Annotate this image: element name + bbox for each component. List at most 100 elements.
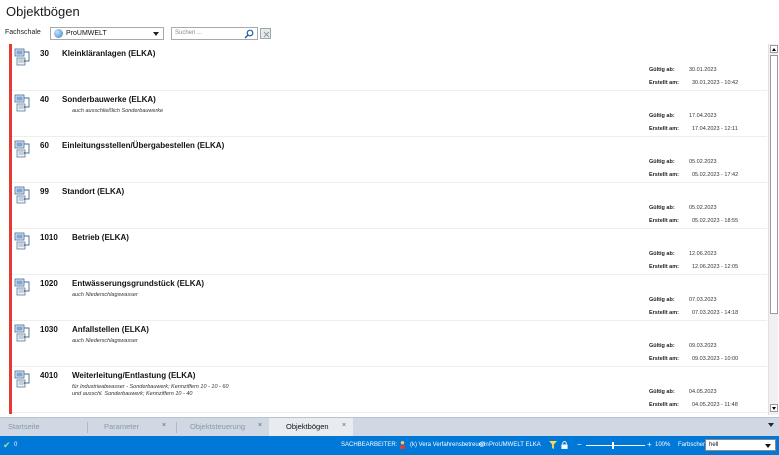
search-icon[interactable] — [244, 29, 254, 39]
gueltig-row: Gültig ab: 05.02.2023 — [649, 205, 717, 211]
erstellt-label: Erstellt am: — [649, 172, 679, 178]
objektbogen-name: Einleitungsstellen/Übergabestellen (ELKA… — [62, 141, 225, 150]
erstellt-value: 30.01.2023 - 10:42 — [692, 80, 739, 86]
objektbogen-icon — [14, 278, 32, 296]
objektbogen-description-block: für Industrieabwasser - Sonderbauwerk; K… — [72, 384, 372, 398]
gueltig-value: 07.03.2023 — [689, 297, 717, 303]
objektbogen-description-block: auch ausschließlich Sonderbauwerke — [72, 108, 372, 115]
objektbogen-icon — [14, 48, 32, 66]
zoom-slider[interactable] — [586, 442, 645, 449]
objektbogen-number: 1010 — [40, 233, 58, 242]
objektbogen-icon — [14, 186, 32, 204]
objektbogen-number: 99 — [40, 187, 49, 196]
search-input[interactable]: Suchen ... — [171, 27, 258, 40]
erstellt-value: 12.06.2023 - 12:05 — [692, 264, 739, 270]
close-icon[interactable]: × — [162, 422, 166, 429]
sachbearbeiter-label: SACHBEARBEITER: — [341, 442, 398, 448]
objektbogen-description: auch Niederschlagswasser — [72, 292, 138, 298]
objektbogen-item[interactable]: 40 Sonderbauwerke (ELKA) auch ausschließli… — [12, 91, 767, 137]
user-name[interactable]: (k) Vera Verfahrensbetreuerin — [410, 442, 489, 448]
gueltig-row: Gültig ab: 17.04.2023 — [649, 113, 717, 119]
objektbogen-description: und ausschl. Sonderbauwerk; Kennziffern … — [72, 391, 193, 397]
tab-label: Objektsteuerung — [190, 422, 246, 431]
scrollbar-thumb[interactable] — [770, 55, 778, 314]
scroll-up-button[interactable] — [770, 45, 778, 53]
fachschale-label: Fachschale — [5, 29, 41, 36]
tab-objektboegen[interactable]: Objektbögen × — [269, 418, 353, 436]
gueltig-label: Gültig ab: — [649, 159, 675, 165]
clear-search-button[interactable] — [260, 28, 271, 39]
objektbogen-item[interactable]: 30 Kleinkläranlagen (ELKA) Gültig ab: 30.01… — [12, 45, 767, 91]
objektbogen-number: 1020 — [40, 279, 58, 288]
erstellt-row: Erstellt am: 07.03.2023 - 14:18 — [649, 310, 738, 316]
filter-icon[interactable] — [549, 441, 557, 449]
zoom-level: 100% — [655, 442, 671, 448]
erstellt-row: Erstellt am: 30.01.2023 - 10:42 — [649, 80, 738, 86]
gueltig-row: Gültig ab: 05.02.2023 — [649, 159, 717, 165]
objektbogen-icon — [14, 232, 32, 250]
erstellt-label: Erstellt am: — [649, 80, 679, 86]
tab-label: Objektbögen — [286, 422, 329, 431]
objektbogen-item[interactable]: 99 Standort (ELKA) Gültig ab: 05.02.2023 Ers… — [12, 183, 767, 229]
zoom-in-button[interactable]: + — [647, 440, 652, 449]
tab-startseite[interactable]: Startseite — [0, 418, 87, 436]
tab-objektsteuerung[interactable]: Objektsteuerung × — [177, 418, 268, 436]
arrow-up-icon — [772, 48, 776, 51]
objektbogen-description: auch ausschließlich Sonderbauwerke — [72, 108, 164, 114]
gueltig-row: Gültig ab: 07.03.2023 — [649, 297, 717, 303]
objektbogen-icon — [14, 94, 32, 112]
tab-label: Parameter — [104, 422, 140, 431]
module-name[interactable]: ProUMWELT ELKA — [489, 442, 541, 448]
tab-parameter[interactable]: Parameter × — [88, 418, 176, 436]
lock-icon[interactable] — [561, 441, 568, 449]
tab-label: Startseite — [8, 422, 40, 431]
close-icon[interactable]: × — [258, 422, 262, 429]
erstellt-label: Erstellt am: — [649, 402, 679, 408]
window-title: Objektbögen — [6, 4, 80, 19]
chevron-down-icon — [153, 32, 159, 36]
close-icon[interactable]: × — [342, 422, 346, 429]
objektbogen-number: 1030 — [40, 325, 58, 334]
objektbogen-description-block: auch Niederschlagswasser — [72, 292, 372, 299]
title-bar: Objektbögen — [0, 0, 779, 24]
erstellt-label: Erstellt am: — [649, 264, 679, 270]
farbschema-select[interactable]: hell — [705, 439, 776, 451]
scroll-down-button[interactable] — [770, 404, 778, 412]
objektbogen-name: Entwässerungsgrundstück (ELKA) — [72, 279, 205, 288]
objektbogen-number: 30 — [40, 49, 49, 58]
vertical-scrollbar[interactable] — [768, 44, 778, 415]
erstellt-value: 17.04.2023 - 12:11 — [692, 126, 738, 132]
fachschale-select[interactable]: ProUMWELT — [50, 27, 164, 40]
erstellt-row: Erstellt am: 05.02.2023 - 18:55 — [649, 218, 738, 224]
objektbogen-item[interactable]: 60 Einleitungsstellen/Übergabestellen (EL… — [12, 137, 767, 183]
objektbogen-name: Weiterleitung/Entlastung (ELKA) — [72, 371, 196, 380]
check-icon: ✔ — [3, 440, 11, 450]
toolbar: Fachschale ProUMWELT Suchen ... — [0, 26, 779, 42]
chevron-down-icon — [765, 444, 771, 448]
app-window: Objektbögen Fachschale ProUMWELT Suchen … — [0, 0, 779, 455]
erstellt-label: Erstellt am: — [649, 126, 679, 132]
objektbogen-description-block: auch Niederschlagswasser — [72, 338, 372, 345]
zoom-out-button[interactable]: − — [577, 440, 582, 449]
gueltig-value: 05.02.2023 — [689, 205, 717, 211]
arrow-down-icon — [772, 407, 776, 410]
gueltig-value: 17.04.2023 — [689, 113, 717, 119]
erstellt-row: Erstellt am: 17.04.2023 - 12:11 — [649, 126, 738, 132]
objektbogen-item[interactable]: 4010 Weiterleitung/Entlastung (ELKA) für I… — [12, 367, 767, 413]
fachschale-value: ProUMWELT — [66, 30, 107, 37]
objektbogen-icon — [14, 140, 32, 158]
objektbogen-item[interactable]: 1030 Anfallstellen (ELKA) auch Niederschla… — [12, 321, 767, 367]
erstellt-row: Erstellt am: 04.05.2023 - 11:48 — [649, 402, 738, 408]
document-tabs: Startseite Parameter × Objektsteuerung ×… — [0, 417, 779, 436]
erstellt-row: Erstellt am: 09.03.2023 - 10:00 — [649, 356, 738, 362]
objektbogen-item[interactable]: 1010 Betrieb (ELKA) Gültig ab: 12.06.2023 Er… — [12, 229, 767, 275]
tabs-menu-icon[interactable] — [768, 423, 774, 427]
erstellt-value: 05.02.2023 - 18:55 — [692, 218, 739, 224]
zoom-slider-thumb[interactable] — [612, 442, 614, 449]
objektbogen-item[interactable]: 1020 Entwässerungsgrundstück (ELKA) auch N… — [12, 275, 767, 321]
gueltig-label: Gültig ab: — [649, 205, 675, 211]
farbschema-value: hell — [709, 442, 719, 448]
search-placeholder: Suchen ... — [175, 30, 203, 36]
gueltig-row: Gültig ab: 04.05.2023 — [649, 389, 717, 395]
gueltig-label: Gültig ab: — [649, 389, 675, 395]
